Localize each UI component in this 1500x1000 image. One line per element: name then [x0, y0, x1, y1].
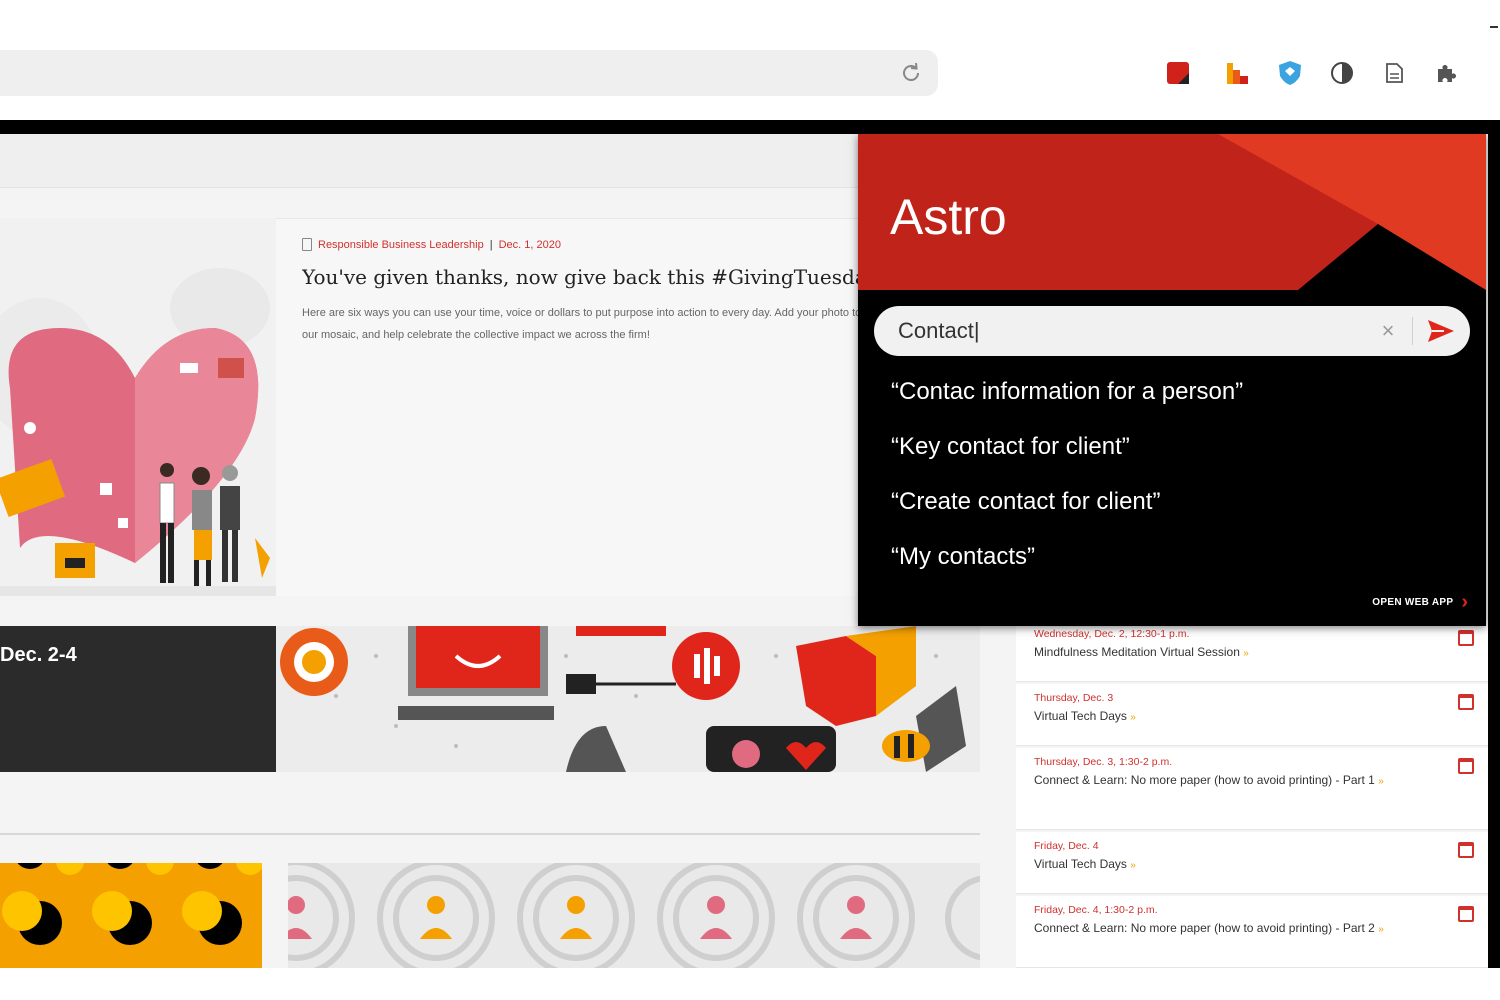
- event-title[interactable]: Virtual Tech Days »: [1034, 708, 1444, 726]
- page-subnav: [0, 134, 980, 188]
- chevron-right-icon: ›: [1461, 591, 1468, 613]
- clear-search-icon[interactable]: ×: [1376, 318, 1400, 344]
- astro-suggestion[interactable]: “My contacts”: [891, 543, 1035, 571]
- event-date: Thursday, Dec. 3, 1:30-2 p.m.: [1034, 756, 1173, 768]
- article-summary: Here are six ways you can use your time,…: [302, 307, 862, 341]
- article-category[interactable]: Responsible Business Leadership: [318, 239, 484, 251]
- astro-header: Astro: [858, 134, 1486, 290]
- article-meta: Responsible Business Leadership | Dec. 1…: [302, 238, 561, 251]
- frame-right-edge: [1488, 134, 1500, 968]
- reload-glyph: [903, 62, 919, 81]
- event-title[interactable]: Connect & Learn: No more paper (how to a…: [1034, 772, 1444, 790]
- astro-popup: Astro × “Contac information for a person…: [858, 134, 1486, 626]
- astro-suggestion[interactable]: “Contac information for a person”: [891, 378, 1243, 406]
- event-arrow-icon: »: [1243, 648, 1249, 659]
- events-list: Wednesday, Dec. 2, 12:30-1 p.m. Mindfuln…: [1016, 620, 1488, 968]
- event-title[interactable]: Connect & Learn: No more paper (how to a…: [1034, 920, 1444, 938]
- search-divider: [1412, 317, 1413, 345]
- pattern-tile-orange[interactable]: [0, 863, 262, 968]
- event-date: Friday, Dec. 4, 1:30-2 p.m.: [1034, 904, 1158, 916]
- astro-search-box[interactable]: ×: [874, 306, 1470, 356]
- add-to-calendar-icon[interactable]: [1458, 842, 1474, 858]
- section-divider: [0, 833, 980, 835]
- event-arrow-icon: »: [1130, 860, 1136, 871]
- moon-extension-icon[interactable]: [1327, 58, 1357, 88]
- event-arrow-icon: »: [1130, 712, 1136, 723]
- send-icon[interactable]: [1422, 316, 1458, 346]
- event-title[interactable]: Mindfulness Meditation Virtual Session »: [1034, 644, 1444, 662]
- event-item[interactable]: Friday, Dec. 4 Virtual Tech Days »: [1016, 832, 1488, 894]
- event-arrow-icon: »: [1378, 924, 1384, 935]
- browser-window: Responsible Business Leadership | Dec. 1…: [0, 0, 1500, 1000]
- red-square-extension-icon[interactable]: [1163, 58, 1193, 88]
- event-arrow-icon: »: [1378, 776, 1384, 787]
- event-banner-date: Dec. 2-4: [0, 644, 77, 666]
- open-web-app-link[interactable]: OPEN WEB APP ›: [1372, 592, 1468, 612]
- event-date: Wednesday, Dec. 2, 12:30-1 p.m.: [1034, 628, 1190, 640]
- blue-shield-extension-icon[interactable]: [1275, 58, 1305, 88]
- event-item[interactable]: Wednesday, Dec. 2, 12:30-1 p.m. Mindfuln…: [1016, 620, 1488, 682]
- window-corner-mark: [1490, 26, 1498, 30]
- document-extension-icon[interactable]: [1379, 58, 1409, 88]
- astro-search-input[interactable]: [898, 314, 1368, 348]
- article-date: Dec. 1, 2020: [498, 238, 561, 251]
- open-web-app-label[interactable]: OPEN WEB APP: [1372, 597, 1453, 608]
- puzzle-extension-icon[interactable]: [1431, 58, 1461, 88]
- tech-days-illustration: [276, 626, 980, 772]
- frame-top-band: [0, 120, 1500, 134]
- event-title[interactable]: Virtual Tech Days »: [1034, 856, 1444, 874]
- event-date: Thursday, Dec. 3: [1034, 692, 1114, 704]
- event-date: Friday, Dec. 4: [1034, 840, 1099, 852]
- address-bar[interactable]: [0, 50, 938, 96]
- astro-suggestion[interactable]: “Key contact for client”: [891, 433, 1130, 461]
- add-to-calendar-icon[interactable]: [1458, 694, 1474, 710]
- event-item[interactable]: Friday, Dec. 4, 1:30-2 p.m. Connect & Le…: [1016, 896, 1488, 968]
- event-item[interactable]: Thursday, Dec. 3 Virtual Tech Days »: [1016, 684, 1488, 746]
- add-to-calendar-icon[interactable]: [1458, 906, 1474, 922]
- orange-bars-extension-icon[interactable]: [1222, 58, 1252, 88]
- add-to-calendar-icon[interactable]: [1458, 630, 1474, 646]
- bookmark-icon[interactable]: [302, 238, 312, 251]
- pattern-tile-people[interactable]: [288, 863, 980, 968]
- event-item[interactable]: Thursday, Dec. 3, 1:30-2 p.m. Connect & …: [1016, 748, 1488, 830]
- reload-icon[interactable]: [898, 60, 924, 86]
- meta-separator: |: [489, 238, 493, 251]
- giving-tuesday-illustration: [0, 218, 276, 596]
- astro-title: Astro: [890, 189, 1007, 245]
- add-to-calendar-icon[interactable]: [1458, 758, 1474, 774]
- astro-suggestion[interactable]: “Create contact for client”: [891, 488, 1160, 516]
- article-headline-text[interactable]: You've given thanks, now give back this …: [302, 265, 862, 289]
- article-headline[interactable]: You've given thanks, now give back this …: [302, 265, 862, 289]
